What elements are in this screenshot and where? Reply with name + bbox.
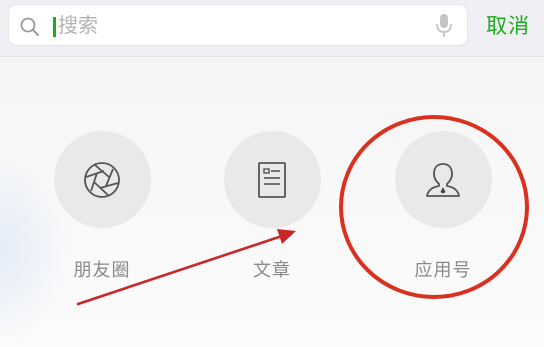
category-label: 朋友圈 <box>73 260 131 281</box>
category-icon-circle <box>394 131 492 228</box>
category-icon-circle <box>53 131 151 228</box>
text-caret <box>53 17 56 37</box>
cancel-button[interactable]: 取消 <box>486 10 530 40</box>
category-moments[interactable]: 朋友圈 <box>42 131 162 282</box>
search-icon <box>19 16 41 38</box>
category-app-accounts[interactable]: 应用号 <box>383 131 503 282</box>
category-label: 文章 <box>253 260 291 281</box>
search-bar: 取消 <box>0 0 544 57</box>
microphone-icon[interactable] <box>435 13 453 39</box>
search-box[interactable] <box>9 5 467 45</box>
category-articles[interactable]: 文章 <box>212 131 332 282</box>
search-input[interactable] <box>58 11 418 39</box>
category-icon-circle <box>223 131 321 228</box>
category-label: 应用号 <box>414 260 472 281</box>
